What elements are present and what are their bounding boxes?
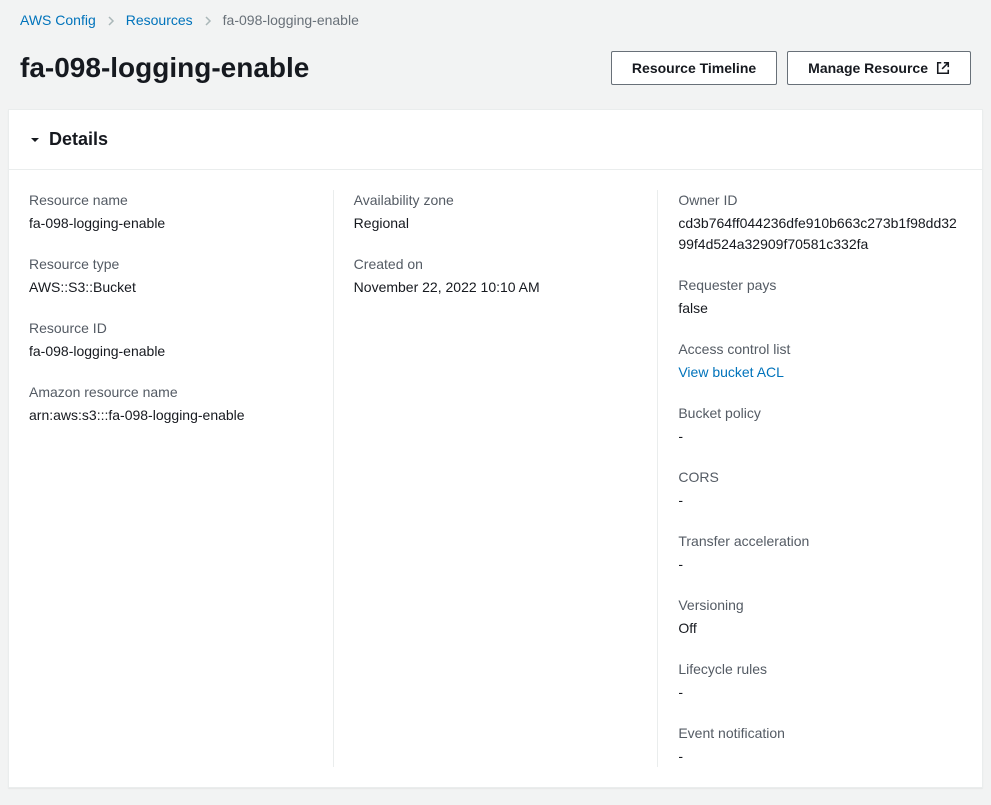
field-value: View bucket ACL xyxy=(678,362,962,383)
field-value: AWS::S3::Bucket xyxy=(29,277,313,298)
field-resource-name: Resource name fa-098-logging-enable xyxy=(29,190,313,234)
field-arn: Amazon resource name arn:aws:s3:::fa-098… xyxy=(29,382,313,426)
button-label: Resource Timeline xyxy=(632,60,756,76)
field-value: - xyxy=(678,746,962,767)
field-availability-zone: Availability zone Regional xyxy=(354,190,638,234)
field-acl: Access control list View bucket ACL xyxy=(678,339,962,383)
field-value: November 22, 2022 10:10 AM xyxy=(354,277,638,298)
details-panel-body: Resource name fa-098-logging-enable Reso… xyxy=(9,170,982,787)
details-column-3: Owner ID cd3b764ff044236dfe910b663c273b1… xyxy=(657,190,962,767)
breadcrumb-root-link[interactable]: AWS Config xyxy=(20,10,96,31)
header-actions: Resource Timeline Manage Resource xyxy=(611,51,971,85)
external-link-icon xyxy=(936,61,950,75)
details-column-1: Resource name fa-098-logging-enable Reso… xyxy=(29,190,333,767)
page-title: fa-098-logging-enable xyxy=(20,47,309,89)
field-cors: CORS - xyxy=(678,467,962,511)
field-value: - xyxy=(678,554,962,575)
field-value: fa-098-logging-enable xyxy=(29,341,313,362)
field-label: Resource name xyxy=(29,190,313,211)
field-bucket-policy: Bucket policy - xyxy=(678,403,962,447)
field-lifecycle-rules: Lifecycle rules - xyxy=(678,659,962,703)
field-label: Owner ID xyxy=(678,190,962,211)
field-label: Access control list xyxy=(678,339,962,360)
field-label: Created on xyxy=(354,254,638,275)
field-value: fa-098-logging-enable xyxy=(29,213,313,234)
field-event-notification: Event notification - xyxy=(678,723,962,767)
breadcrumb: AWS Config Resources fa-098-logging-enab… xyxy=(0,0,991,37)
breadcrumb-resources-link[interactable]: Resources xyxy=(126,10,193,31)
field-value: cd3b764ff044236dfe910b663c273b1f98dd3299… xyxy=(678,213,962,255)
field-label: Resource type xyxy=(29,254,313,275)
field-transfer-acceleration: Transfer acceleration - xyxy=(678,531,962,575)
field-owner-id: Owner ID cd3b764ff044236dfe910b663c273b1… xyxy=(678,190,962,255)
field-created-on: Created on November 22, 2022 10:10 AM xyxy=(354,254,638,298)
details-panel: Details Resource name fa-098-logging-ena… xyxy=(8,109,983,788)
field-value: false xyxy=(678,298,962,319)
field-value: Regional xyxy=(354,213,638,234)
field-label: Event notification xyxy=(678,723,962,744)
field-versioning: Versioning Off xyxy=(678,595,962,639)
field-label: Versioning xyxy=(678,595,962,616)
button-label: Manage Resource xyxy=(808,60,928,76)
field-resource-id: Resource ID fa-098-logging-enable xyxy=(29,318,313,362)
field-value: Off xyxy=(678,618,962,639)
view-bucket-acl-link[interactable]: View bucket ACL xyxy=(678,364,784,380)
field-value: - xyxy=(678,682,962,703)
field-value: - xyxy=(678,490,962,511)
field-value: arn:aws:s3:::fa-098-logging-enable xyxy=(29,405,313,426)
field-label: Requester pays xyxy=(678,275,962,296)
caret-down-icon xyxy=(29,134,41,146)
field-label: Bucket policy xyxy=(678,403,962,424)
field-label: Availability zone xyxy=(354,190,638,211)
field-label: Transfer acceleration xyxy=(678,531,962,552)
field-label: CORS xyxy=(678,467,962,488)
chevron-right-icon xyxy=(106,10,116,31)
field-requester-pays: Requester pays false xyxy=(678,275,962,319)
field-label: Amazon resource name xyxy=(29,382,313,403)
breadcrumb-current: fa-098-logging-enable xyxy=(223,10,359,31)
resource-timeline-button[interactable]: Resource Timeline xyxy=(611,51,777,85)
field-label: Resource ID xyxy=(29,318,313,339)
details-column-2: Availability zone Regional Created on No… xyxy=(333,190,658,767)
manage-resource-button[interactable]: Manage Resource xyxy=(787,51,971,85)
field-resource-type: Resource type AWS::S3::Bucket xyxy=(29,254,313,298)
chevron-right-icon xyxy=(203,10,213,31)
field-value: - xyxy=(678,426,962,447)
details-panel-title: Details xyxy=(49,126,108,153)
page-header: fa-098-logging-enable Resource Timeline … xyxy=(0,37,991,109)
details-panel-header[interactable]: Details xyxy=(9,110,982,170)
field-label: Lifecycle rules xyxy=(678,659,962,680)
